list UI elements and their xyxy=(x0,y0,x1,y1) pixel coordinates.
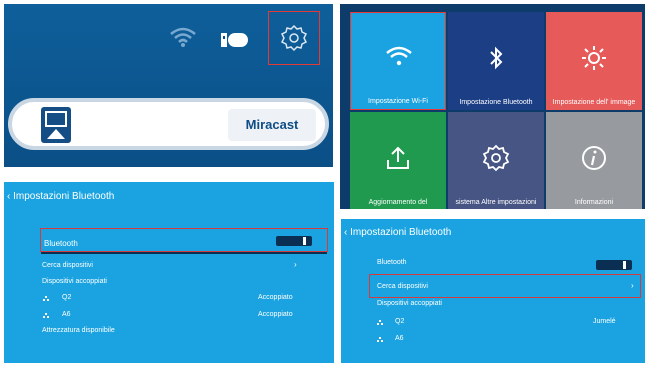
bluetooth-toggle[interactable] xyxy=(596,260,632,270)
page-title: ‹ Impostazioni Bluetooth xyxy=(344,227,452,238)
page-title: ‹ Impostazioni Bluetooth xyxy=(7,191,115,202)
tile-system-update[interactable]: Aggiornamento del xyxy=(350,112,446,209)
tile-label: sistema Altre impostazioni xyxy=(455,199,537,206)
paired-devices-header: Dispositivi accoppiati xyxy=(42,278,107,285)
device-status: Jumelé xyxy=(593,318,616,325)
screen-cast-icon xyxy=(41,107,71,143)
bluetooth-row-label[interactable]: Bluetooth xyxy=(44,239,78,248)
wifi-icon xyxy=(170,27,196,47)
tile-label: Impostazione Wi-Fi xyxy=(368,98,428,105)
info-icon xyxy=(582,146,606,170)
tile-label: Aggiornamento del xyxy=(368,199,428,206)
available-devices-header: Attrezzatura disponibile xyxy=(42,327,115,334)
paired-devices-header: Dispositivi accoppiati xyxy=(377,300,442,307)
tile-information[interactable]: Informazioni xyxy=(546,112,642,209)
chevron-right-icon: › xyxy=(631,281,634,290)
device-icon xyxy=(377,337,385,343)
device-status: Accoppiato xyxy=(258,311,293,318)
bluetooth-device-icon xyxy=(221,33,248,47)
device-name[interactable]: Q2 xyxy=(395,318,404,325)
sun-icon xyxy=(582,46,606,70)
device-status: Accoppiato xyxy=(258,294,293,301)
device-name[interactable]: A6 xyxy=(62,311,71,318)
bluetooth-settings-screen-1: ‹ Impostazioni Bluetooth Bluetooth Cerca… xyxy=(4,182,334,363)
tile-other-settings[interactable]: sistema Altre impostazioni xyxy=(448,112,544,209)
home-screen: Miracast xyxy=(4,4,333,167)
search-devices-row[interactable]: Cerca dispositivi xyxy=(377,283,428,290)
bluetooth-toggle[interactable] xyxy=(276,236,312,246)
settings-menu: Impostazione Wi-Fi Impostazione Bluetoot… xyxy=(340,4,645,209)
search-devices-row[interactable]: Cerca dispositivi xyxy=(42,262,93,269)
device-icon xyxy=(377,320,385,326)
gear-icon xyxy=(482,144,510,172)
upload-icon xyxy=(387,146,409,169)
device-name[interactable]: A6 xyxy=(395,335,404,342)
chevron-right-icon: › xyxy=(294,260,297,269)
tile-label: Impostazione Bluetooth xyxy=(459,99,533,106)
settings-button[interactable] xyxy=(268,11,320,65)
miracast-bar[interactable]: Miracast xyxy=(8,98,329,150)
device-name[interactable]: Q2 xyxy=(62,294,71,301)
tile-label: Informazioni xyxy=(574,199,614,206)
tile-bluetooth-settings[interactable]: Impostazione Bluetooth xyxy=(448,12,544,110)
miracast-button[interactable]: Miracast xyxy=(228,109,316,141)
divider xyxy=(41,252,327,254)
wifi-icon xyxy=(386,46,412,66)
bluetooth-row-label[interactable]: Bluetooth xyxy=(377,259,407,266)
device-icon xyxy=(43,313,51,319)
device-icon xyxy=(43,296,51,302)
gear-icon xyxy=(280,24,308,52)
tile-image-settings[interactable]: Impostazione dell' immage xyxy=(546,12,642,110)
tile-label: Impostazione dell' immage xyxy=(552,99,636,106)
tile-wifi-settings[interactable]: Impostazione Wi-Fi xyxy=(350,12,446,110)
bluetooth-icon xyxy=(490,46,503,70)
bluetooth-settings-screen-2: ‹ Impostazioni Bluetooth Bluetooth Cerca… xyxy=(341,219,645,363)
